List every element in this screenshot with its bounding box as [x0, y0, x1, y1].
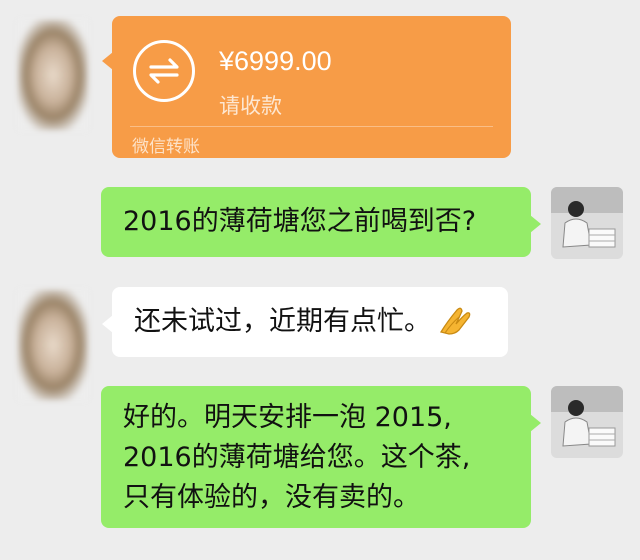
message-line: 2016的薄荷塘给您。这个茶,: [123, 442, 471, 473]
transfer-footer-label: 微信转账: [132, 137, 200, 157]
message-line: 只有体验的，没有卖的。: [123, 482, 420, 513]
self-avatar[interactable]: [551, 386, 623, 458]
self-avatar[interactable]: [551, 187, 623, 259]
message-bubble-self[interactable]: 2016的薄荷塘您之前喝到否?: [101, 187, 541, 257]
transfer-arrows-icon: [133, 40, 195, 102]
divider: [130, 126, 493, 127]
message-line: 好的。明天安排一泡 2015,: [123, 402, 452, 433]
transfer-amount: ¥6999.00: [219, 46, 332, 76]
message-bubble-other[interactable]: 还未试过，近期有点忙。: [102, 287, 508, 357]
contact-avatar[interactable]: [18, 20, 88, 130]
message-text: 2016的薄荷塘您之前喝到否?: [123, 206, 477, 237]
transfer-status: 请收款: [219, 94, 282, 118]
folded-hands-icon: [437, 304, 473, 336]
wechat-transfer-card[interactable]: ¥6999.00 请收款 微信转账: [102, 16, 511, 158]
message-bubble-self[interactable]: 好的。明天安排一泡 2015, 2016的薄荷塘给您。这个茶, 只有体验的，没有…: [101, 386, 541, 528]
message-text: 还未试过，近期有点忙。: [134, 306, 431, 337]
contact-avatar[interactable]: [18, 290, 88, 400]
